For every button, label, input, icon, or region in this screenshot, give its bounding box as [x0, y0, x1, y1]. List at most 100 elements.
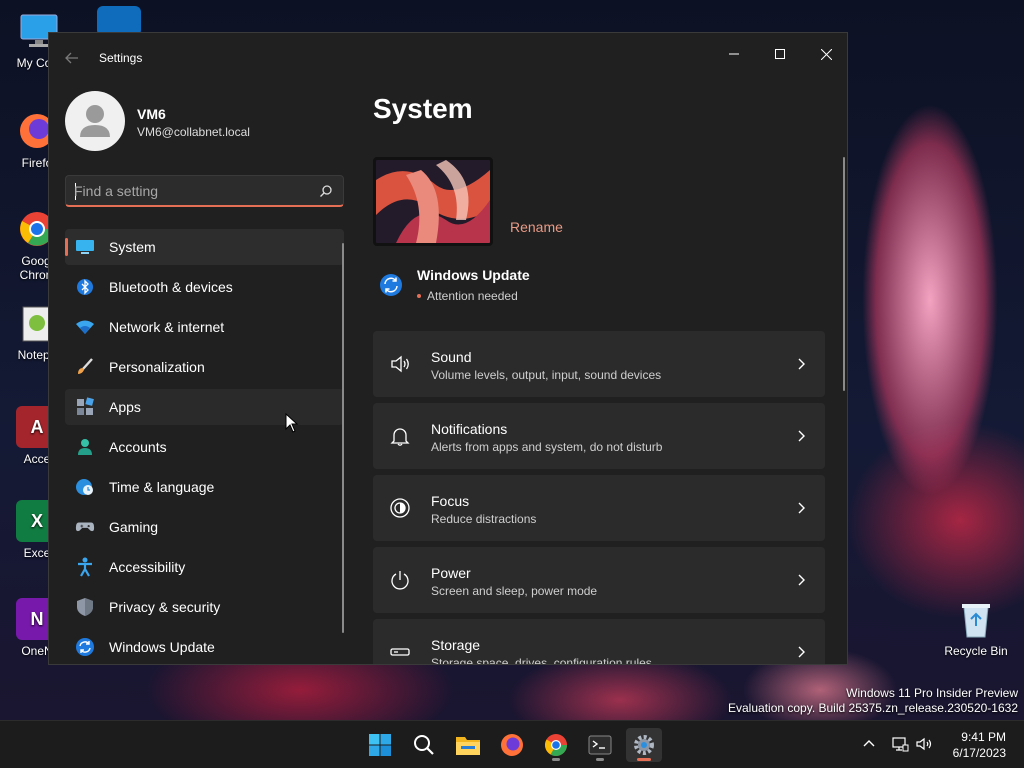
watermark-line-1: Windows 11 Pro Insider Preview [846, 686, 1018, 700]
taskbar-file-explorer[interactable] [450, 728, 486, 762]
windows-update-title[interactable]: Windows Update [417, 267, 530, 283]
rename-link[interactable]: Rename [510, 219, 563, 235]
settings-card-storage[interactable]: Storage Storage space, drives, configura… [373, 619, 825, 664]
terminal-icon [588, 735, 612, 755]
taskbar-search-button[interactable] [406, 728, 442, 762]
settings-card-notifications[interactable]: Notifications Alerts from apps and syste… [373, 403, 825, 469]
chevron-up-icon[interactable] [860, 735, 878, 753]
card-title: Notifications [431, 421, 508, 437]
windows-update-icon [380, 274, 402, 296]
sidebar-item-accounts[interactable]: Accounts [65, 429, 344, 465]
card-subtitle: Reduce distractions [431, 512, 537, 526]
start-button[interactable] [362, 728, 398, 762]
title-bar[interactable]: Settings [49, 33, 847, 81]
firefox-icon [501, 734, 523, 756]
globe-clock-icon [75, 477, 95, 497]
card-title: Power [431, 565, 471, 581]
system-clock[interactable]: 9:41 PM 6/17/2023 [953, 729, 1006, 761]
settings-window: Settings VM6 VM6@collabnet.local System … [48, 32, 848, 665]
card-title: Sound [431, 349, 472, 365]
sidebar-item-label: Gaming [109, 519, 159, 535]
network-icon[interactable] [891, 735, 909, 753]
close-icon [820, 48, 832, 60]
volume-icon[interactable] [915, 735, 933, 753]
sidebar-item-system[interactable]: System [65, 229, 344, 265]
avatar[interactable] [65, 91, 125, 151]
speaker-icon [391, 355, 409, 373]
settings-cards: Sound Volume levels, output, input, soun… [373, 331, 825, 664]
desktop-preview-thumbnail [373, 157, 493, 246]
sidebar-item-personalization[interactable]: Personalization [65, 349, 344, 385]
recycle-bin-icon [955, 598, 997, 640]
search-box[interactable] [65, 175, 344, 207]
sidebar-item-privacy-security[interactable]: Privacy & security [65, 589, 344, 625]
taskbar-settings[interactable] [626, 728, 662, 762]
search-icon[interactable] [319, 184, 333, 198]
sidebar-item-label: Personalization [109, 359, 205, 375]
card-subtitle: Screen and sleep, power mode [431, 584, 598, 598]
chevron-right-icon [798, 574, 805, 586]
folder-icon [456, 737, 480, 755]
back-arrow-icon[interactable] [63, 49, 81, 67]
desktop-icon-label: Acce [23, 452, 51, 466]
settings-card-focus[interactable]: Focus Reduce distractions [373, 475, 825, 541]
settings-card-sound[interactable]: Sound Volume levels, output, input, soun… [373, 331, 825, 397]
desktop-icon-label: Recycle Bin [944, 644, 1008, 658]
profile-name: VM6 [137, 106, 166, 122]
sidebar-item-label: Network & internet [109, 319, 225, 335]
chevron-right-icon [798, 646, 805, 658]
accounts-icon [75, 437, 95, 457]
apps-icon [75, 397, 95, 417]
mouse-cursor-icon [285, 413, 299, 433]
sidebar-item-label: Bluetooth & devices [109, 279, 233, 295]
shield-icon [75, 597, 95, 617]
accessibility-icon [75, 557, 95, 577]
running-indicator [637, 758, 651, 761]
sidebar-item-gaming[interactable]: Gaming [65, 509, 344, 545]
power-icon [391, 571, 409, 590]
gamepad-icon [75, 517, 95, 537]
chevron-right-icon [798, 502, 805, 514]
clock-date: 6/17/2023 [952, 746, 1006, 760]
page-title: System [373, 93, 473, 124]
minimize-button[interactable] [711, 39, 757, 69]
chevron-right-icon [798, 358, 805, 370]
sidebar-item-label: Accessibility [109, 559, 186, 575]
main-scrollbar[interactable] [843, 157, 845, 391]
sidebar-item-network-internet[interactable]: Network & internet [65, 309, 344, 345]
desktop-icon-label: Exce [23, 546, 51, 560]
bell-icon [390, 428, 410, 446]
sidebar-item-label: Time & language [109, 479, 215, 495]
minimize-icon [729, 53, 739, 55]
sidebar-item-label: Apps [109, 399, 141, 415]
sidebar-item-label: Accounts [109, 439, 167, 455]
clock-time: 9:41 PM [961, 730, 1006, 744]
sidebar-item-bluetooth-devices[interactable]: Bluetooth & devices [65, 269, 344, 305]
sidebar-item-time-language[interactable]: Time & language [65, 469, 344, 505]
taskbar-firefox[interactable] [494, 728, 530, 762]
desktop-icon-recycle-bin[interactable]: Recycle Bin [940, 598, 1012, 658]
sidebar-item-windows-update[interactable]: Windows Update [65, 629, 344, 664]
focus-icon [390, 498, 410, 518]
close-button[interactable] [803, 39, 847, 69]
bluetooth-icon [75, 277, 95, 297]
sidebar-item-accessibility[interactable]: Accessibility [65, 549, 344, 585]
settings-card-power[interactable]: Power Screen and sleep, power mode [373, 547, 825, 613]
system-icon [75, 237, 95, 257]
search-input[interactable] [74, 181, 304, 201]
os-watermark: Windows 11 Pro Insider Preview Evaluatio… [728, 686, 1018, 716]
window-title: Settings [99, 51, 143, 65]
update-icon [75, 637, 95, 657]
gear-icon [634, 735, 654, 755]
sidebar-item-apps[interactable]: Apps [65, 389, 344, 425]
search-icon [414, 735, 434, 755]
running-indicator [552, 758, 560, 761]
attention-dot [417, 294, 421, 298]
sidebar-item-label: System [109, 239, 156, 255]
taskbar-chrome[interactable] [538, 728, 574, 762]
watermark-line-2: Evaluation copy. Build 25375.zn_release.… [728, 701, 1018, 715]
taskbar-terminal[interactable] [582, 728, 618, 762]
sidebar-scrollbar[interactable] [342, 243, 344, 633]
maximize-button[interactable] [757, 39, 803, 69]
sidebar-item-label: Windows Update [109, 639, 215, 655]
